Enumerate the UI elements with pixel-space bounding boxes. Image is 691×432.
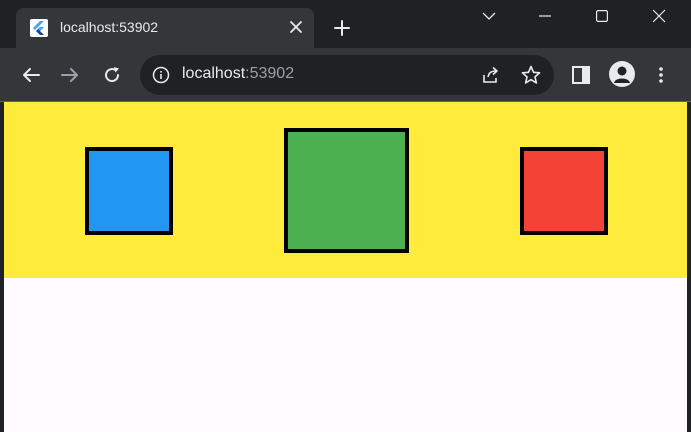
blue-square [85,147,173,235]
tab-title: localhost:53902 [60,19,159,35]
bookmark-star-icon[interactable] [519,63,543,87]
reload-icon[interactable] [99,62,125,88]
address-bar[interactable]: localhost:53902 [140,55,554,95]
profile-avatar-icon[interactable] [609,61,635,87]
page-viewport [4,102,687,432]
back-arrow-icon[interactable] [18,62,44,88]
side-panel-icon[interactable] [568,62,594,88]
tab-strip: localhost:53902 [0,0,691,48]
kebab-menu-icon[interactable] [648,62,674,88]
browser-toolbar: localhost:53902 [0,48,691,102]
forward-arrow-icon[interactable] [57,62,83,88]
url-text[interactable]: localhost:53902 [182,65,294,83]
browser-tab[interactable]: localhost:53902 [16,8,314,48]
minimize-icon[interactable] [522,0,568,32]
new-tab-plus-icon[interactable] [330,16,354,40]
close-tab-icon[interactable] [286,17,306,37]
yellow-banner [4,102,687,278]
red-square [520,147,608,235]
close-window-icon[interactable] [636,0,682,32]
window-edge-right [687,102,691,432]
maximize-icon[interactable] [579,0,625,32]
chevron-down-icon[interactable] [466,0,512,32]
site-info-icon[interactable] [152,66,170,84]
share-icon[interactable] [479,63,503,87]
green-square [284,128,409,253]
url-host: localhost [182,65,246,82]
url-port: :53902 [245,65,295,82]
flutter-logo-icon [30,19,48,37]
